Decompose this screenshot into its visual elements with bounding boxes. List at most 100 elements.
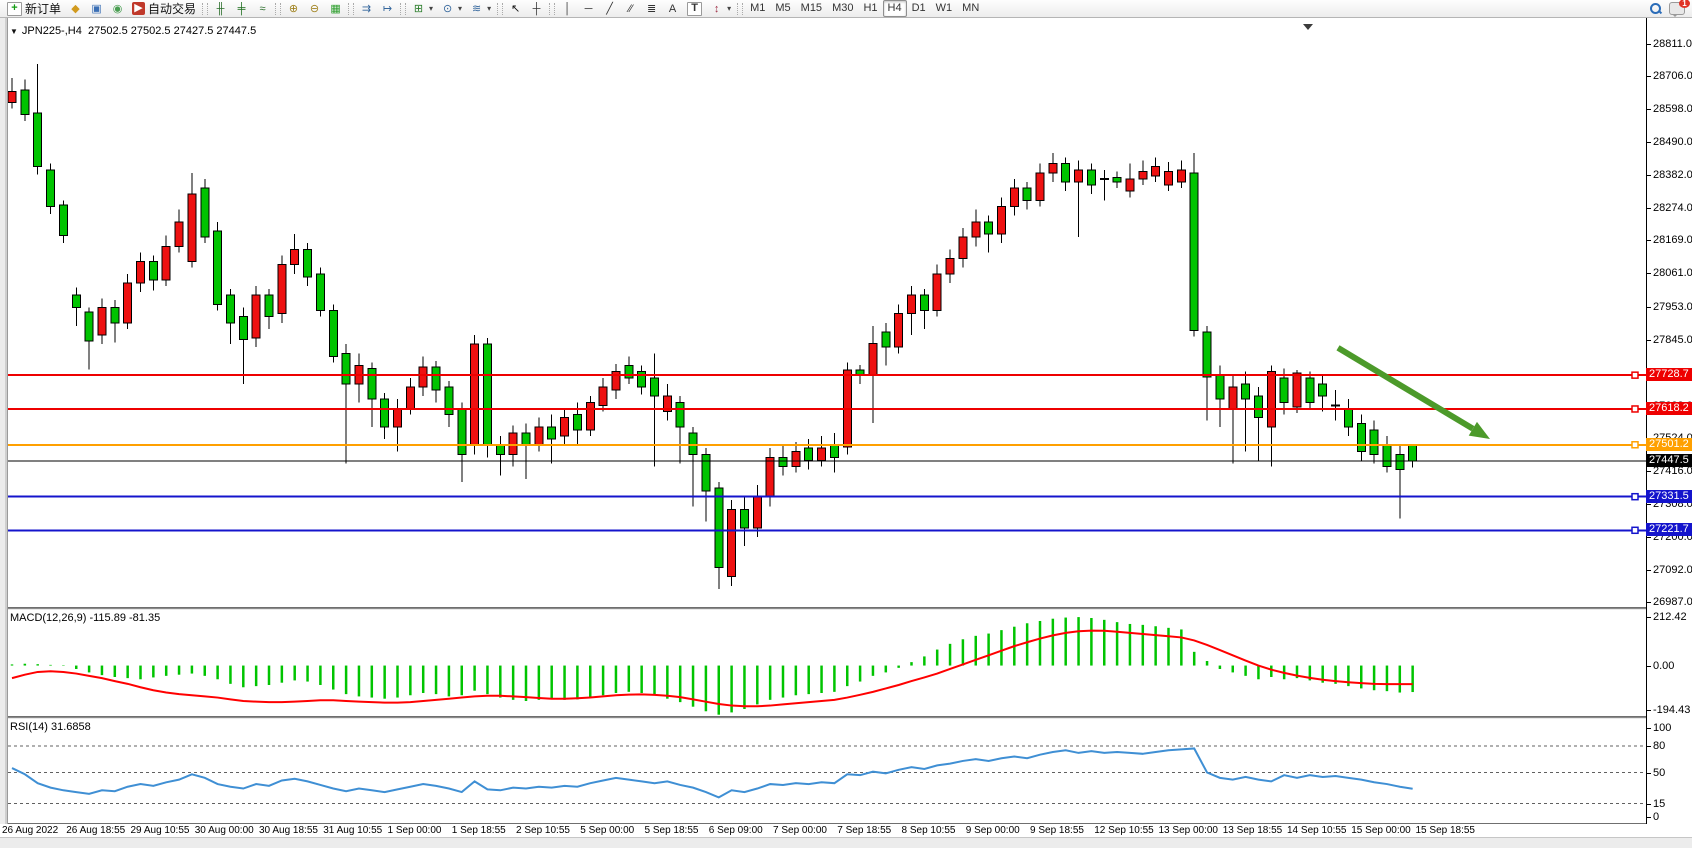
dropdown-caret-icon: ▾ [429,4,433,13]
new-order-button[interactable]: +新订单 [3,0,65,18]
rsi-tick-label: 50 [1653,767,1665,779]
bar-chart-button[interactable]: ╫ [210,0,231,18]
search-icon[interactable] [1650,3,1661,14]
candle-body [21,90,29,114]
timeframe-h4[interactable]: H4 [883,0,907,17]
trend-arrow-head[interactable] [1469,422,1490,439]
line-handle[interactable] [1632,527,1638,533]
price-tick-label: 27845.0 [1653,334,1692,346]
line-chart-button[interactable]: ≈ [252,0,273,18]
timeframe-m5[interactable]: M5 [770,0,795,17]
price-chart-panel[interactable] [0,18,1646,607]
candle-body [329,311,337,357]
new-order-icon: + [7,2,22,16]
timeframe-m15[interactable]: M15 [796,0,827,17]
chart-window: ▼JPN225-,H4 27502.5 27502.5 27427.5 2744… [0,18,1692,847]
cursor-button[interactable]: ↖ [505,0,526,18]
candle-body [1332,405,1340,406]
timeframe-m30[interactable]: M30 [827,0,858,17]
price-tick-label: 26987.0 [1653,596,1692,608]
trendline-button[interactable]: ╱ [599,0,620,18]
line-handle[interactable] [1632,442,1638,448]
price-axis[interactable]: 28811.028706.028598.028490.028382.028274… [1646,18,1692,824]
candle-body [573,415,581,430]
axis-tick-mark [1647,142,1651,143]
candle-body [882,332,890,347]
time-tick-label: 1 Sep 18:55 [452,825,506,836]
arrows-button[interactable]: ↕▾ [706,0,735,18]
terminal-icon: ▣ [90,2,103,16]
autotrading-button[interactable]: ▶自动交易 [128,0,200,18]
time-axis[interactable]: 26 Aug 202226 Aug 18:5529 Aug 10:5530 Au… [0,824,1692,836]
axis-tick-mark [1647,710,1651,711]
toolbar-group-grip [275,3,281,15]
candle-body [419,367,427,387]
candle-body [1177,170,1185,182]
periods-button[interactable]: ⊙▾ [437,0,466,18]
vertical-line-button[interactable]: │ [557,0,578,18]
rsi-panel[interactable] [0,718,1646,823]
candle-body [381,399,389,427]
timeframe-h1[interactable]: H1 [858,0,882,17]
chart-title: ▼JPN225-,H4 27502.5 27502.5 27427.5 2744… [10,25,256,37]
candle-body [47,170,55,207]
new-chart-button[interactable]: ⊞▾ [408,0,437,18]
candle-body [779,457,787,466]
line-chart-icon: ≈ [256,2,269,16]
chart-dropdown-icon[interactable]: ▼ [10,27,18,36]
timeframe-w1[interactable]: W1 [931,0,958,17]
time-tick-label: 13 Sep 00:00 [1159,825,1219,836]
crosshair-button[interactable]: ┼ [526,0,547,18]
price-tick-label: 28706.0 [1653,70,1692,82]
candle-body [1280,378,1288,402]
line-handle[interactable] [1632,406,1638,412]
text-icon: A [666,2,679,16]
candle-body [85,312,93,341]
candle-body [702,454,710,491]
candle-body [1036,173,1044,201]
fibonacci-button[interactable]: ≣ [641,0,662,18]
auto-scroll-button[interactable]: ⇉ [356,0,377,18]
horizontal-line-button[interactable]: ─ [578,0,599,18]
toolbar-right: 1 [1650,2,1689,15]
zoom-in-button[interactable]: ⊕ [283,0,304,18]
candle-body [1319,384,1327,396]
timeframe-d1[interactable]: D1 [907,0,931,17]
macd-signal-line [12,631,1413,707]
metaeditor-button[interactable]: ◆ [65,0,86,18]
chart-shift-button[interactable]: ↦ [377,0,398,18]
axis-tick-mark [1647,44,1651,45]
candlestick-button[interactable]: ╪ [231,0,252,18]
time-tick-label: 1 Sep 00:00 [388,825,442,836]
candle-body [1075,170,1083,182]
window-left-edge [0,18,8,824]
tile-windows-button[interactable]: ▦ [325,0,346,18]
line-handle[interactable] [1632,494,1638,500]
candle-body [1100,178,1108,179]
macd-panel[interactable] [0,609,1646,716]
timeframe-m1[interactable]: M1 [745,0,770,17]
zoom-out-button[interactable]: ⊖ [304,0,325,18]
candle-body [188,194,196,261]
time-tick-label: 31 Aug 10:55 [323,825,382,836]
notifications-icon[interactable]: 1 [1669,2,1685,15]
candle-body [239,317,247,340]
clock-icon: ⊙ [441,2,454,16]
equidistant-channel-button[interactable]: ⁄⁄ [620,0,641,18]
candle-body [933,274,941,311]
text-button[interactable]: A [662,0,683,18]
signals-button[interactable]: ◉ [107,0,128,18]
candle-body [432,367,440,390]
fibonacci-icon: ≣ [645,2,658,16]
terminal-button[interactable]: ▣ [86,0,107,18]
templates-button[interactable]: ≋▾ [466,0,495,18]
candle-body [676,402,684,426]
text-label-button[interactable]: T [683,0,706,18]
candle-body [997,206,1005,234]
chart-shift-marker-icon[interactable] [1303,24,1313,30]
trend-arrow-object[interactable] [1338,348,1473,429]
line-handle[interactable] [1632,372,1638,378]
axis-tick-mark [1647,602,1651,603]
timeframe-mn[interactable]: MN [957,0,984,17]
candle-body [1396,454,1404,469]
